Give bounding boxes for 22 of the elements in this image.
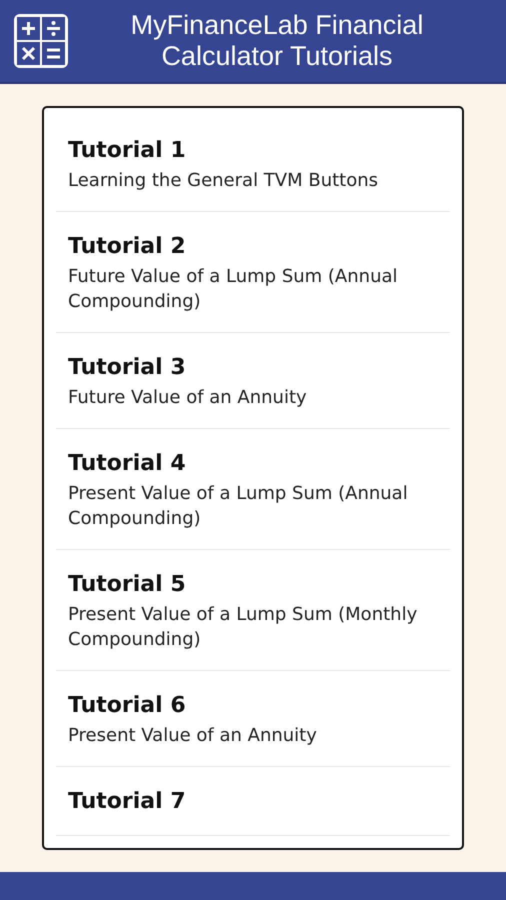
- tutorial-title: Tutorial 3: [68, 354, 187, 382]
- tutorial-description: Present Value of a Lump Sum (Monthly Compounding): [68, 603, 418, 652]
- tutorial-item[interactable]: Tutorial 3 Future Value of an Annuity: [56, 333, 450, 429]
- tutorial-title: Tutorial 1: [68, 137, 187, 165]
- tutorial-title: Tutorial 5: [68, 571, 187, 599]
- app-title: MyFinanceLab Financial Calculator Tutorials: [130, 10, 424, 72]
- tutorial-item[interactable]: Tutorial 7: [56, 767, 450, 836]
- tutorial-item[interactable]: Tutorial 1 Learning the General TVM Buttons: [56, 116, 450, 212]
- tutorial-description: Present Value of a Lump Sum (Annual Compounding): [68, 482, 409, 531]
- tutorial-title: Tutorial 6: [68, 692, 187, 720]
- tutorial-description: Learning the General TVM Buttons: [68, 169, 380, 193]
- tutorial-title: Tutorial 2: [68, 233, 187, 261]
- tutorial-description: Present Value of an Annuity: [68, 724, 318, 748]
- tutorial-item[interactable]: Tutorial 6 Present Value of an Annuity: [56, 671, 450, 767]
- tutorial-item[interactable]: Tutorial 2 Future Value of a Lump Sum (Annual Compounding): [56, 212, 450, 333]
- calculator-icon: [14, 14, 68, 68]
- tutorial-item[interactable]: Tutorial 4 Present Value of a Lump Sum (Annual Compounding): [56, 429, 450, 550]
- tutorial-title: Tutorial 7: [68, 788, 187, 816]
- tutorial-description: Future Value of a Lump Sum (Annual Compounding): [68, 265, 399, 314]
- tutorial-item[interactable]: Tutorial 5 Present Value of a Lump Sum (Monthly Compounding): [56, 550, 450, 671]
- tutorial-description: Future Value of an Annuity: [68, 386, 308, 410]
- tutorial-title: Tutorial 4: [68, 450, 187, 478]
